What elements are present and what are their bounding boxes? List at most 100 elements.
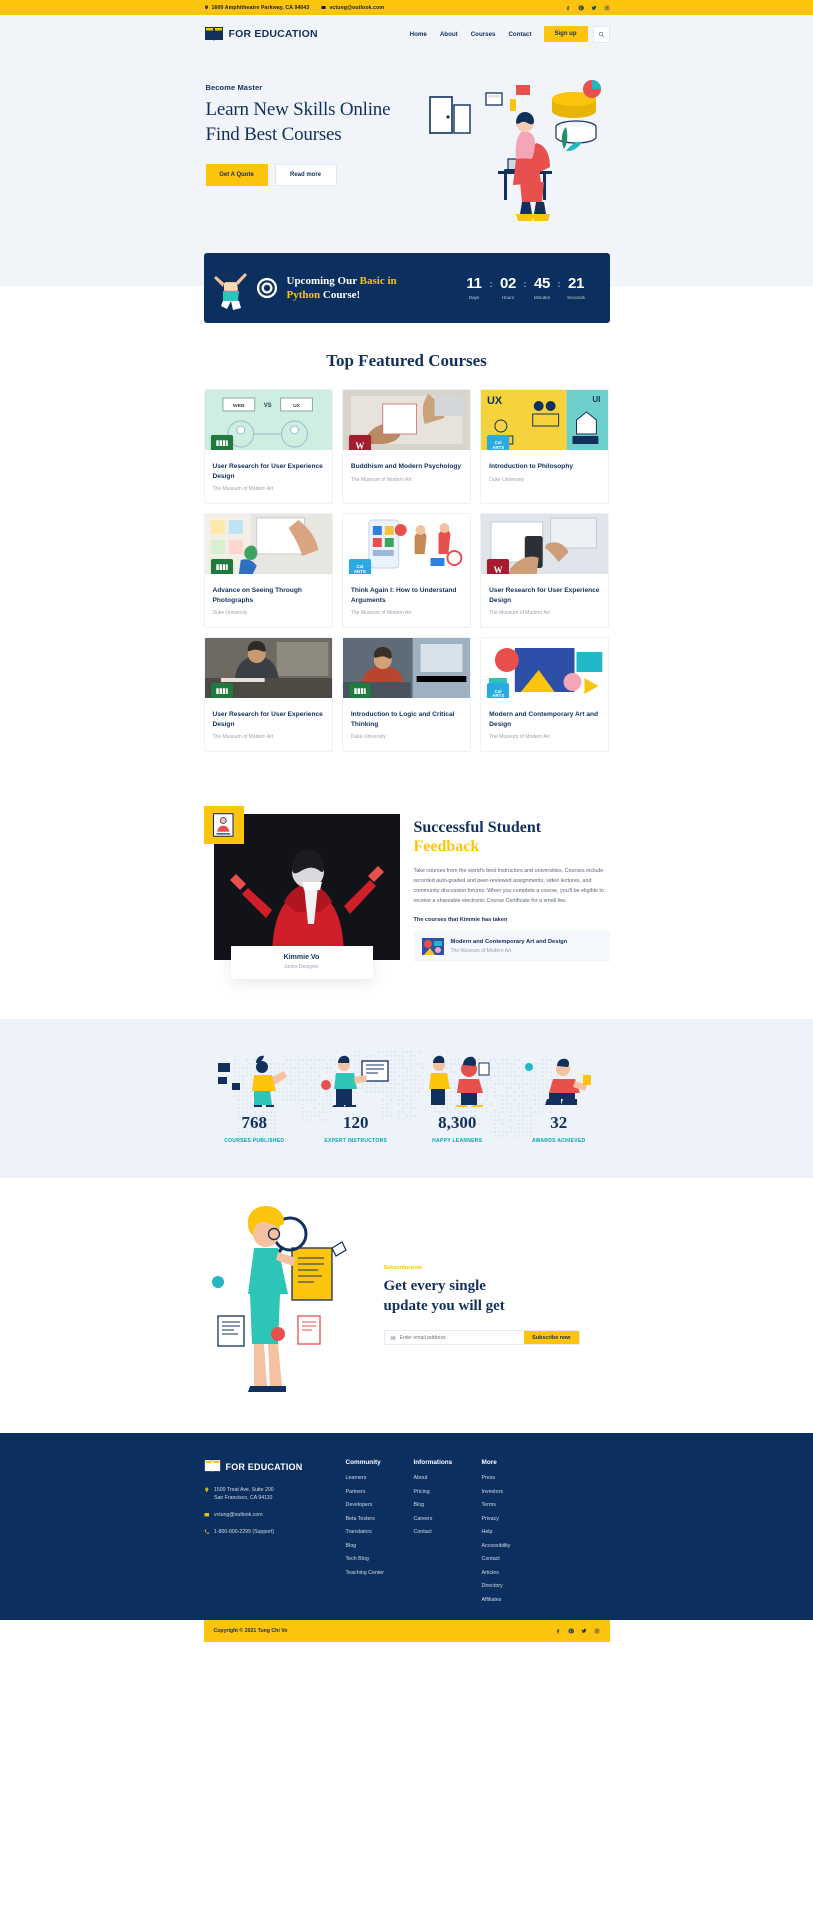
course-card[interactable]: UX UI Cal ARTS Introduction to Philosophy… bbox=[480, 389, 609, 504]
footer-bottom-bar: Copyright © 2021 Tung Chi Vo bbox=[0, 1620, 813, 1642]
footer-link[interactable]: Contact bbox=[414, 1529, 482, 1535]
instagram-icon[interactable] bbox=[594, 1628, 600, 1634]
footer-social-links bbox=[555, 1628, 600, 1634]
stat-value: 120 bbox=[305, 1113, 407, 1133]
nav-item-contact[interactable]: Contact bbox=[508, 31, 531, 38]
newsletter-form: Subscribe now bbox=[384, 1330, 580, 1345]
target-icon bbox=[256, 277, 278, 299]
footer-email[interactable]: vctung@outlook.com bbox=[204, 1511, 346, 1519]
stat-label: COURSES PUBLISHED bbox=[204, 1138, 306, 1144]
countdown-hours-label: Hours bbox=[493, 295, 524, 300]
course-provider: Duke University bbox=[489, 477, 600, 483]
footer-link[interactable]: Pricing bbox=[414, 1489, 482, 1495]
pinterest-icon[interactable] bbox=[568, 1628, 574, 1634]
footer-link[interactable]: Directory bbox=[482, 1583, 550, 1589]
topbar-social-links bbox=[565, 5, 610, 11]
location-pin-icon bbox=[204, 5, 209, 10]
footer-link[interactable]: Tech Blog bbox=[346, 1556, 414, 1562]
hero-title-line1: Learn New Skills Online bbox=[206, 97, 444, 122]
svg-text:UX: UX bbox=[293, 403, 301, 409]
footer-link[interactable]: Affiliates bbox=[482, 1597, 550, 1603]
footer-link[interactable]: Terms bbox=[482, 1502, 550, 1508]
course-title: Modern and Contemporary Art and Design bbox=[489, 710, 600, 729]
footer-link[interactable]: Investors bbox=[482, 1489, 550, 1495]
person-reading-illustration bbox=[508, 1055, 610, 1107]
testimonial-student-name: Kimmie Vo bbox=[231, 954, 373, 961]
footer-phone-text: 1-800-800-2299 (Support) bbox=[214, 1528, 274, 1536]
stats-grid: 768 COURSES PUBLISHED 120 EXPERT INSTRUC… bbox=[204, 1055, 610, 1144]
footer-link[interactable]: Privacy bbox=[482, 1516, 550, 1522]
testimonial-course-card[interactable]: Modern and Contemporary Art and Design T… bbox=[414, 931, 610, 962]
brand-logo[interactable]: FOR EDUCATION bbox=[204, 26, 410, 43]
footer-link[interactable]: Contact bbox=[482, 1556, 550, 1562]
footer-brand[interactable]: FOR EDUCATION bbox=[204, 1459, 346, 1474]
course-provider: The Museum of Modern Art bbox=[489, 610, 600, 616]
newsletter-heading-line1: Get every single bbox=[384, 1276, 610, 1296]
search-icon bbox=[598, 31, 605, 38]
featured-courses-section: Top Featured Courses WEB UX VS alberta U… bbox=[0, 327, 813, 788]
main-nav: Home About Courses Contact bbox=[410, 31, 532, 38]
footer-link[interactable]: Learners bbox=[346, 1475, 414, 1481]
course-title: Think Again I: How to Understand Argumen… bbox=[351, 586, 462, 605]
countdown-timer: 11 Days : 02 Hours : 45 Minutes : 21 Sec… bbox=[459, 276, 592, 300]
stat-value: 768 bbox=[204, 1113, 306, 1133]
countdown-title: Upcoming Our Basic in Python Course! bbox=[287, 274, 459, 302]
course-provider-badge: alberta bbox=[211, 683, 233, 698]
footer-link[interactable]: Press bbox=[482, 1475, 550, 1481]
course-card[interactable]: WEB UX VS alberta User Research for User… bbox=[204, 389, 333, 504]
subscribe-now-button[interactable]: Subscribe now bbox=[524, 1331, 578, 1344]
course-card[interactable]: Cal ARTS Modern and Contemporary Art and … bbox=[480, 637, 609, 752]
footer-link[interactable]: Help bbox=[482, 1529, 550, 1535]
footer-brand-name: FOR EDUCATION bbox=[226, 1462, 303, 1472]
open-book-icon bbox=[204, 1459, 221, 1474]
nav-item-home[interactable]: Home bbox=[410, 31, 427, 38]
facebook-icon[interactable] bbox=[565, 5, 571, 11]
footer-link[interactable]: Careers bbox=[414, 1516, 482, 1522]
testimonial-accent-card bbox=[204, 806, 244, 844]
footer-copyright: Copyright © 2021 Tung Chi Vo bbox=[214, 1628, 555, 1634]
footer-link[interactable]: Developers bbox=[346, 1502, 414, 1508]
course-card[interactable]: W User Research for User Experience Desi… bbox=[480, 513, 609, 628]
search-button[interactable] bbox=[593, 26, 610, 43]
footer-link[interactable]: Translators bbox=[346, 1529, 414, 1535]
envelope-icon bbox=[390, 1335, 396, 1341]
footer-link[interactable]: Articles bbox=[482, 1570, 550, 1576]
testimonial-heading: Successful Student Feedback bbox=[414, 818, 610, 856]
footer-link[interactable]: Partners bbox=[346, 1489, 414, 1495]
course-card[interactable]: W Buddhism and Modern Psychology The Mus… bbox=[342, 389, 471, 504]
countdown-unit-days: 11 Days bbox=[459, 276, 490, 300]
course-title: Buddhism and Modern Psychology bbox=[351, 462, 462, 472]
footer-link[interactable]: Teaching Center bbox=[346, 1570, 414, 1576]
footer-link[interactable]: Blog bbox=[414, 1502, 482, 1508]
footer-link[interactable]: Accessibility bbox=[482, 1543, 550, 1549]
footer-link[interactable]: Blog bbox=[346, 1543, 414, 1549]
course-provider-badge: alberta bbox=[211, 435, 233, 450]
twitter-icon[interactable] bbox=[581, 1628, 587, 1634]
course-provider: The Museum of Modern Art bbox=[489, 734, 600, 740]
facebook-icon[interactable] bbox=[555, 1628, 561, 1634]
course-card[interactable]: alberta User Research for User Experienc… bbox=[204, 637, 333, 752]
countdown-unit-minutes: 45 Minutes bbox=[527, 276, 558, 300]
topbar-email[interactable]: vctung@outlook.com bbox=[321, 5, 384, 11]
read-more-button[interactable]: Read more bbox=[275, 164, 337, 186]
nav-item-about[interactable]: About bbox=[440, 31, 458, 38]
hero-section: Become Master Learn New Skills Online Fi… bbox=[0, 53, 813, 253]
footer-link[interactable]: Beta Testers bbox=[346, 1516, 414, 1522]
footer-phone[interactable]: 1-800-800-2299 (Support) bbox=[204, 1528, 346, 1536]
nav-item-courses[interactable]: Courses bbox=[471, 31, 496, 38]
course-thumbnail: alberta bbox=[205, 514, 332, 574]
newsletter-email-input[interactable] bbox=[400, 1335, 520, 1341]
course-card[interactable]: alberta Advance on Seeing Through Photog… bbox=[204, 513, 333, 628]
instagram-icon[interactable] bbox=[604, 5, 610, 11]
testimonial-copy: Successful Student Feedback Take courses… bbox=[414, 806, 610, 961]
course-thumbnail: Cal ARTS bbox=[481, 638, 608, 698]
person-with-devices-illustration bbox=[204, 1055, 306, 1107]
footer-link[interactable]: About bbox=[414, 1475, 482, 1481]
get-a-quote-button[interactable]: Get A Quote bbox=[206, 164, 268, 186]
course-card[interactable]: alberta Introduction to Logic and Critic… bbox=[342, 637, 471, 752]
twitter-icon[interactable] bbox=[591, 5, 597, 11]
signup-button[interactable]: Sign up bbox=[544, 26, 588, 42]
course-card[interactable]: Cal ARTS Think Again I: How to Understand… bbox=[342, 513, 471, 628]
countdown-seconds-label: Seconds bbox=[561, 295, 592, 300]
pinterest-icon[interactable] bbox=[578, 5, 584, 11]
